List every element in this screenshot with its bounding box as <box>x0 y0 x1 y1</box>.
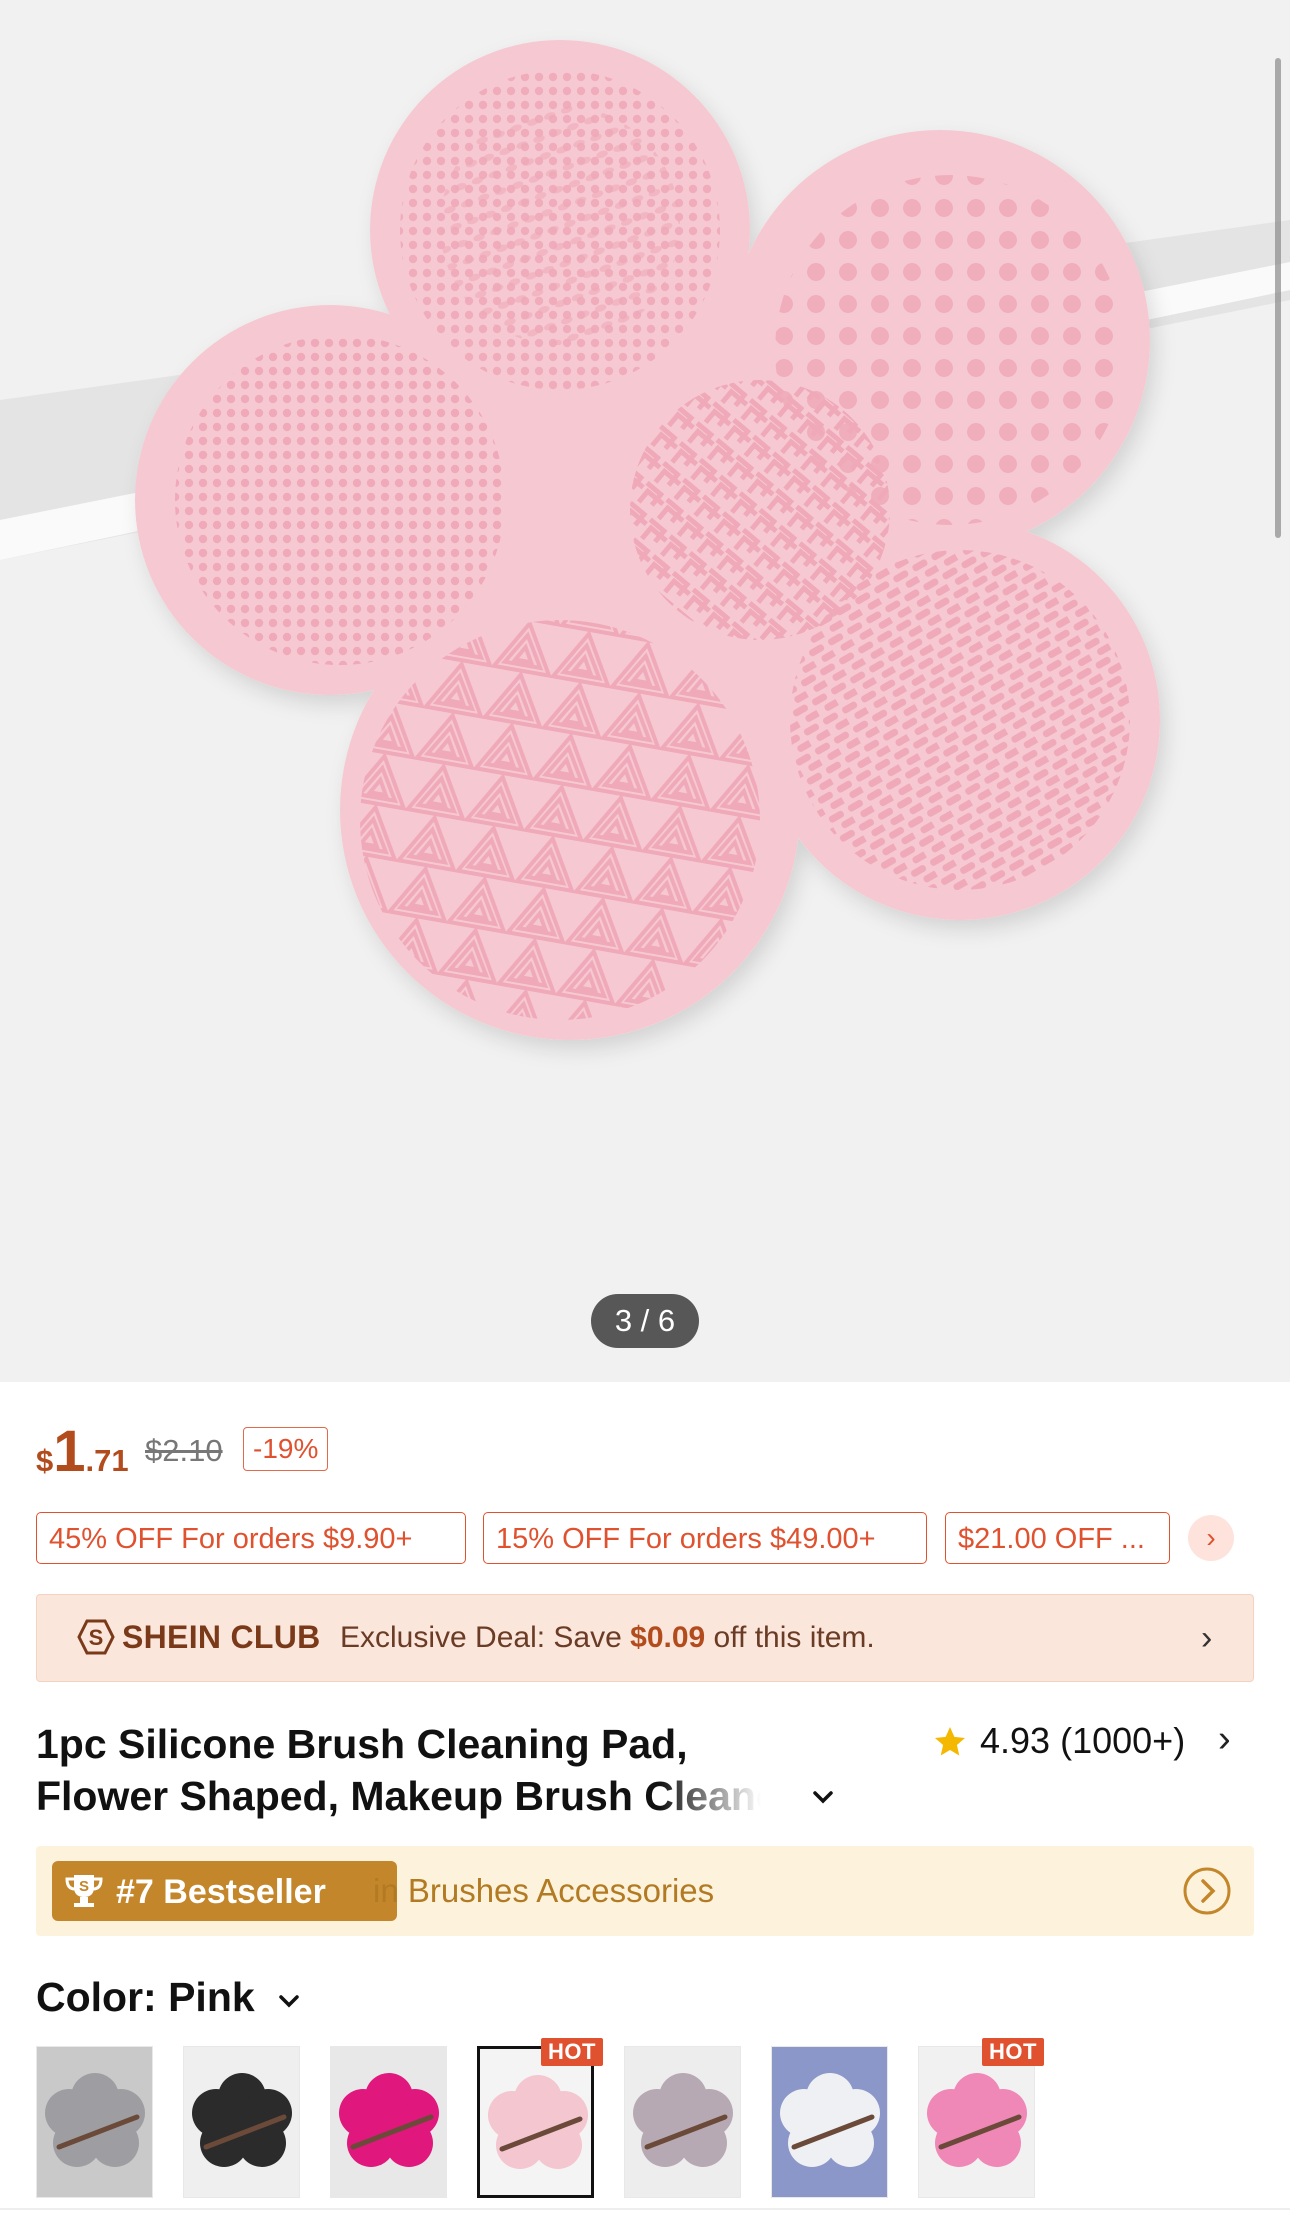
bestseller-tag: S #7 Bestseller <box>52 1861 397 1921</box>
chevron-right-icon: › <box>1201 1619 1213 1657</box>
flower-pad-thumbnail <box>780 2073 880 2167</box>
flower-pad-thumbnail <box>633 2073 733 2167</box>
svg-text:S: S <box>79 1878 89 1895</box>
image-counter: 3 / 6 <box>591 1294 699 1348</box>
flower-pad-thumbnail <box>45 2073 145 2167</box>
color-selector-label[interactable]: Color: Pink <box>36 1974 255 2021</box>
price-integer: 1 <box>53 1419 86 1484</box>
chevron-right-icon: › <box>1206 1522 1216 1553</box>
currency-symbol: $ <box>36 1443 54 1478</box>
review-count: (1000+) <box>1060 1720 1186 1761</box>
price-decimal: .71 <box>85 1443 129 1478</box>
flower-pad-thumbnail <box>339 2073 439 2167</box>
color-swatch-mauve[interactable] <box>624 2046 741 2198</box>
color-swatch-pink[interactable] <box>477 2046 594 2198</box>
color-swatch-black[interactable] <box>183 2046 300 2198</box>
product-title[interactable]: 1pc Silicone Brush Cleaning Pad, Flower … <box>36 1718 866 1822</box>
club-deal-suffix: off this item. <box>705 1621 875 1654</box>
club-logo-icon: S <box>77 1619 115 1655</box>
chevron-down-icon[interactable] <box>276 1988 302 2014</box>
divider <box>0 2208 1290 2210</box>
hot-badge: HOT <box>541 2038 603 2066</box>
color-swatch-white[interactable] <box>771 2046 888 2198</box>
club-name: SHEIN CLUB <box>122 1619 321 1655</box>
rating-value: 4.93 <box>980 1720 1051 1761</box>
star-icon <box>935 1727 965 1756</box>
color-swatch-grey[interactable] <box>36 2046 153 2198</box>
coupon-chip-3[interactable]: $21.00 OFF ... <box>945 1512 1170 1564</box>
club-deal-prefix: Exclusive Deal: Save <box>340 1621 631 1654</box>
club-deal-text: Exclusive Deal: Save $0.09 off this item… <box>340 1621 875 1655</box>
sale-price: $1.71 <box>36 1418 129 1485</box>
bestseller-rank: #7 Bestseller <box>116 1873 326 1911</box>
bestseller-banner[interactable]: S #7 Bestseller in Brushes Accessories <box>36 1846 1254 1936</box>
flower-pad-thumbnail <box>488 2075 588 2169</box>
flower-pad-thumbnail <box>192 2073 292 2167</box>
chevron-right-icon[interactable]: › <box>1218 1718 1231 1761</box>
svg-text:S: S <box>89 1625 104 1650</box>
coupons-more-button[interactable]: › <box>1188 1515 1234 1561</box>
product-image-gallery[interactable]: 3 / 6 <box>0 0 1290 1382</box>
expand-title-chevron-icon[interactable] <box>810 1784 836 1810</box>
trophy-icon: S <box>65 1875 103 1907</box>
product-photo <box>0 40 1290 1040</box>
original-price: $2.10 <box>145 1433 223 1468</box>
chevron-circle-right-icon <box>1183 1867 1231 1915</box>
coupon-chip-1[interactable]: 45% OFF For orders $9.90+ <box>36 1512 466 1564</box>
bestseller-category: in Brushes Accessories <box>373 1872 715 1909</box>
product-rating[interactable]: 4.93 (1000+) <box>980 1720 1185 1762</box>
discount-badge: -19% <box>243 1427 329 1471</box>
product-title-line-1: 1pc Silicone Brush Cleaning Pad, <box>36 1721 688 1767</box>
coupon-chip-2[interactable]: 15% OFF For orders $49.00+ <box>483 1512 927 1564</box>
flower-pad-thumbnail <box>927 2073 1027 2167</box>
club-deal-amount: $0.09 <box>630 1621 706 1654</box>
gallery-scrollbar <box>1275 58 1281 538</box>
shein-club-banner[interactable]: S SHEIN CLUB Exclusive Deal: Save $0.09 … <box>36 1594 1254 1682</box>
color-swatch-rose[interactable] <box>330 2046 447 2198</box>
hot-badge: HOT <box>982 2038 1044 2066</box>
color-swatch-hot-pink[interactable] <box>918 2046 1035 2198</box>
